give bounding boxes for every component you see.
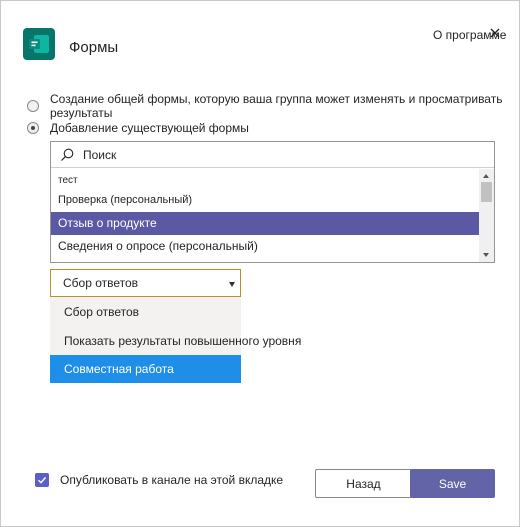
search-box[interactable] bbox=[51, 142, 494, 168]
search-icon bbox=[61, 148, 74, 161]
forms-logo-icon bbox=[29, 35, 49, 53]
mode-select-value: Сбор ответов bbox=[63, 276, 139, 290]
publish-label: Опубликовать в канале на этой вкладке bbox=[60, 473, 284, 487]
mode-select-menu: Сбор ответов Показать результаты повышен… bbox=[50, 297, 301, 383]
search-input[interactable] bbox=[83, 147, 463, 162]
scroll-thumb[interactable] bbox=[481, 182, 492, 202]
checkmark-icon bbox=[38, 476, 47, 484]
form-list: тест Проверка (персональный) Отзыв о про… bbox=[51, 169, 479, 258]
mode-option-show-results[interactable]: Показать результаты повышенного уровня bbox=[50, 326, 301, 355]
chevron-down-icon bbox=[229, 282, 235, 287]
mode-option-collect[interactable]: Сбор ответов bbox=[50, 297, 241, 326]
add-existing-form-option[interactable]: Добавление существующей формы bbox=[27, 121, 249, 135]
close-icon[interactable] bbox=[488, 26, 502, 40]
add-existing-label: Добавление существующей формы bbox=[50, 121, 249, 135]
create-shared-label: Создание общей формы, которую ваша групп… bbox=[50, 92, 503, 120]
form-list-scrollbar[interactable] bbox=[479, 169, 494, 262]
save-button[interactable]: Save bbox=[410, 469, 495, 498]
publish-checkbox[interactable] bbox=[35, 473, 49, 487]
publish-option[interactable]: Опубликовать в канале на этой вкладке bbox=[35, 473, 283, 487]
mode-select[interactable]: Сбор ответов bbox=[50, 269, 241, 297]
mode-option-collaborate[interactable]: Совместная работа bbox=[50, 355, 241, 383]
form-list-item[interactable]: Сведения о опросе (персональный) bbox=[51, 235, 479, 258]
create-shared-form-option[interactable]: Создание общей формы, которую ваша групп… bbox=[27, 92, 519, 120]
form-picker: тест Проверка (персональный) Отзыв о про… bbox=[50, 141, 495, 263]
forms-app-icon bbox=[23, 28, 55, 60]
app-title: Формы bbox=[69, 39, 119, 56]
form-list-item[interactable]: Проверка (персональный) bbox=[51, 189, 479, 212]
form-list-item[interactable]: тест bbox=[51, 169, 479, 189]
form-list-item-selected[interactable]: Отзыв о продукте bbox=[51, 212, 479, 235]
scroll-down-arrow-icon[interactable] bbox=[483, 253, 489, 257]
add-existing-radio[interactable] bbox=[27, 122, 39, 134]
create-shared-radio[interactable] bbox=[27, 100, 39, 112]
back-button[interactable]: Назад bbox=[315, 469, 412, 498]
scroll-up-arrow-icon[interactable] bbox=[483, 174, 489, 178]
forms-config-dialog: Формы О программе Создание общей формы, … bbox=[0, 0, 520, 527]
